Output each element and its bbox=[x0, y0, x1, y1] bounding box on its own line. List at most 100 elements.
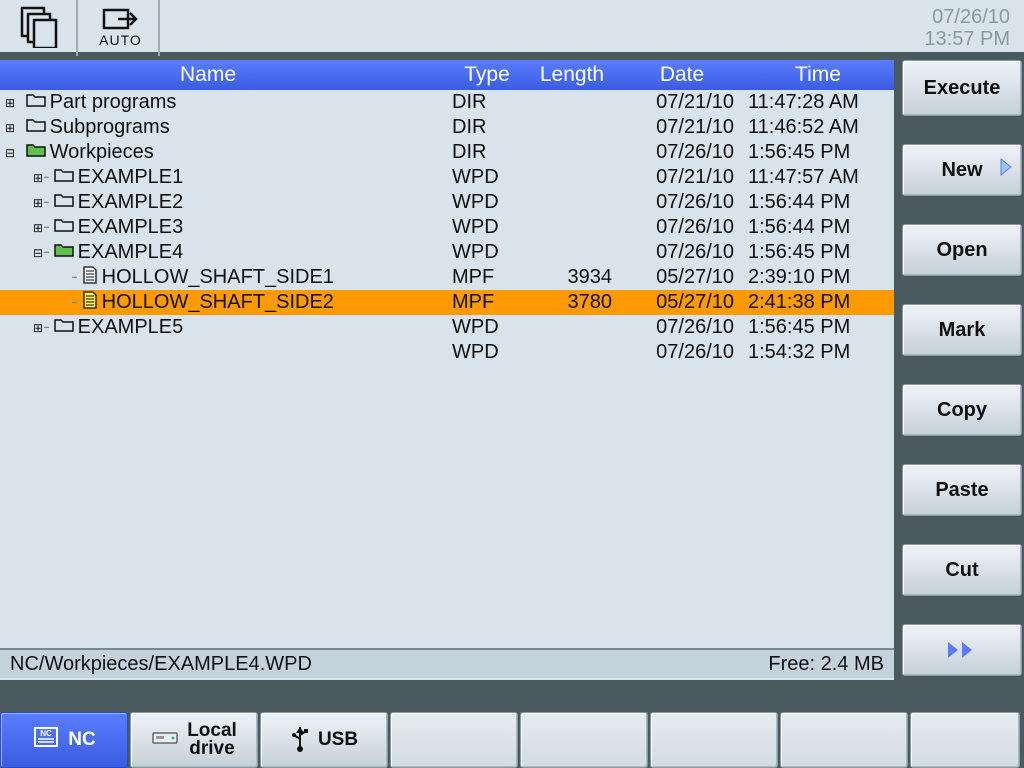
row-name: Workpieces bbox=[50, 141, 154, 164]
usb-drive-button[interactable]: USB bbox=[260, 712, 388, 768]
nc-icon: NC bbox=[32, 723, 60, 757]
folder-icon bbox=[54, 241, 74, 264]
softkey-bottom-6[interactable] bbox=[650, 712, 778, 768]
row-type: WPD bbox=[452, 216, 522, 239]
file-icon bbox=[82, 266, 98, 290]
auto-mode-button[interactable]: AUTO bbox=[82, 0, 160, 56]
collapse-icon[interactable]: ⊟ bbox=[32, 246, 44, 260]
table-row[interactable]: ⊞ Part programsDIR07/21/1011:47:28 AM bbox=[0, 90, 894, 115]
table-row[interactable]: ⊞╴ EXAMPLE3WPD07/26/101:56:44 PM bbox=[0, 215, 894, 240]
table-row[interactable]: ╴ HOLLOW_SHAFT_SIDE2MPF378005/27/102:41:… bbox=[0, 290, 894, 315]
tree-spacer bbox=[60, 271, 72, 285]
table-row[interactable]: ⊞╴ EXAMPLE2WPD07/26/101:56:44 PM bbox=[0, 190, 894, 215]
row-time: 1:56:44 PM bbox=[742, 191, 894, 214]
softkey-bottom-8[interactable] bbox=[910, 712, 1020, 768]
svg-text:NC: NC bbox=[40, 729, 52, 738]
row-name: HOLLOW_SHAFT_SIDE1 bbox=[102, 266, 334, 289]
nc-drive-button[interactable]: NC NC bbox=[0, 712, 128, 768]
execute-button[interactable]: Execute bbox=[902, 60, 1022, 116]
expand-icon[interactable]: ⊞ bbox=[32, 221, 44, 235]
row-date: 05/27/10 bbox=[622, 266, 742, 289]
row-time: 2:41:38 PM bbox=[742, 291, 894, 314]
expand-icon[interactable]: ⊞ bbox=[32, 171, 44, 185]
table-row[interactable]: ⊞╴ EXAMPLE1WPD07/21/1011:47:57 AM bbox=[0, 165, 894, 190]
row-name: EXAMPLE5 bbox=[78, 316, 184, 339]
status-free: Free: 2.4 MB bbox=[768, 653, 884, 676]
table-row[interactable]: ⊟ WorkpiecesDIR07/26/101:56:45 PM bbox=[0, 140, 894, 165]
row-date: 07/21/10 bbox=[622, 91, 742, 114]
row-type: WPD bbox=[452, 166, 522, 189]
col-time: Time bbox=[742, 63, 894, 87]
col-date: Date bbox=[622, 63, 742, 87]
row-name: Part programs bbox=[50, 91, 177, 114]
row-type: WPD bbox=[452, 191, 522, 214]
row-type: MPF bbox=[452, 266, 522, 289]
folder-icon bbox=[54, 191, 74, 214]
cut-button[interactable]: Cut bbox=[902, 544, 1022, 596]
double-chevron-right-icon bbox=[944, 638, 980, 662]
expand-icon[interactable]: ⊞ bbox=[4, 121, 16, 135]
header-date: 07/26/10 bbox=[924, 6, 1010, 28]
table-row[interactable]: ╴ HOLLOW_SHAFT_SIDE1MPF393405/27/102:39:… bbox=[0, 265, 894, 290]
status-path: NC/Workpieces/EXAMPLE4.WPD bbox=[10, 653, 312, 676]
softkey-bottom-4[interactable] bbox=[390, 712, 518, 768]
tree-spacer bbox=[32, 346, 44, 360]
datetime: 07/26/10 13:57 PM bbox=[924, 6, 1010, 50]
row-date: 07/21/10 bbox=[622, 166, 742, 189]
auto-label: AUTO bbox=[98, 32, 142, 48]
row-time: 11:47:57 AM bbox=[742, 166, 894, 189]
row-date: 07/26/10 bbox=[622, 191, 742, 214]
folder-icon bbox=[26, 91, 46, 114]
folder-icon bbox=[54, 166, 74, 189]
row-type: WPD bbox=[452, 316, 522, 339]
row-date: 05/27/10 bbox=[622, 291, 742, 314]
softkey-column-right: Execute New Open Mark Copy Paste Cut bbox=[896, 60, 1024, 700]
copy-button[interactable]: Copy bbox=[902, 384, 1022, 436]
table-row[interactable]: ⊞ SubprogramsDIR07/21/1011:46:52 AM bbox=[0, 115, 894, 140]
row-name: Subprograms bbox=[50, 116, 170, 139]
table-header: Name Type Length Date Time bbox=[0, 60, 894, 90]
paste-button[interactable]: Paste bbox=[902, 464, 1022, 516]
table-row[interactable]: ⊞╴ EXAMPLE5WPD07/26/101:56:45 PM bbox=[0, 315, 894, 340]
softkey-bottom-7[interactable] bbox=[780, 712, 908, 768]
collapse-icon[interactable]: ⊟ bbox=[4, 146, 16, 160]
folder-icon bbox=[26, 116, 46, 139]
table-row[interactable]: WPD07/26/101:54:32 PM bbox=[0, 340, 894, 365]
row-name: EXAMPLE1 bbox=[78, 166, 184, 189]
documents-icon bbox=[0, 0, 78, 56]
row-time: 1:54:32 PM bbox=[742, 341, 894, 364]
local-drive-button[interactable]: Local drive bbox=[130, 712, 258, 768]
expand-icon[interactable]: ⊞ bbox=[32, 321, 44, 335]
folder-icon bbox=[54, 216, 74, 239]
chevron-right-icon bbox=[999, 157, 1013, 183]
status-bar: NC/Workpieces/EXAMPLE4.WPD Free: 2.4 MB bbox=[0, 648, 894, 678]
softkey-bottom-5[interactable] bbox=[520, 712, 648, 768]
new-button[interactable]: New bbox=[902, 144, 1022, 196]
row-date: 07/26/10 bbox=[622, 316, 742, 339]
row-time: 11:47:28 AM bbox=[742, 91, 894, 114]
expand-icon[interactable]: ⊞ bbox=[32, 196, 44, 210]
usb-icon bbox=[290, 721, 310, 759]
row-time: 1:56:44 PM bbox=[742, 216, 894, 239]
row-type: DIR bbox=[452, 141, 522, 164]
folder-icon bbox=[54, 316, 74, 339]
row-time: 2:39:10 PM bbox=[742, 266, 894, 289]
folder-icon bbox=[26, 141, 46, 164]
row-name: EXAMPLE2 bbox=[78, 191, 184, 214]
header-time: 13:57 PM bbox=[924, 28, 1010, 50]
row-length: 3934 bbox=[522, 266, 622, 289]
table-row[interactable]: ⊟╴ EXAMPLE4WPD07/26/101:56:45 PM bbox=[0, 240, 894, 265]
row-date: 07/26/10 bbox=[622, 141, 742, 164]
row-type: DIR bbox=[452, 116, 522, 139]
open-button[interactable]: Open bbox=[902, 224, 1022, 276]
more-button[interactable] bbox=[902, 624, 1022, 676]
expand-icon[interactable]: ⊞ bbox=[4, 96, 16, 110]
table-body: ⊞ Part programsDIR07/21/1011:47:28 AM⊞ S… bbox=[0, 90, 894, 365]
mark-button[interactable]: Mark bbox=[902, 304, 1022, 356]
row-type: MPF bbox=[452, 291, 522, 314]
softkey-row-bottom: NC NC Local drive bbox=[0, 708, 1024, 768]
row-time: 11:46:52 AM bbox=[742, 116, 894, 139]
row-name: EXAMPLE4 bbox=[78, 241, 184, 264]
file-browser: Name Type Length Date Time ⊞ Part progra… bbox=[0, 60, 894, 680]
row-length: 3780 bbox=[522, 291, 622, 314]
